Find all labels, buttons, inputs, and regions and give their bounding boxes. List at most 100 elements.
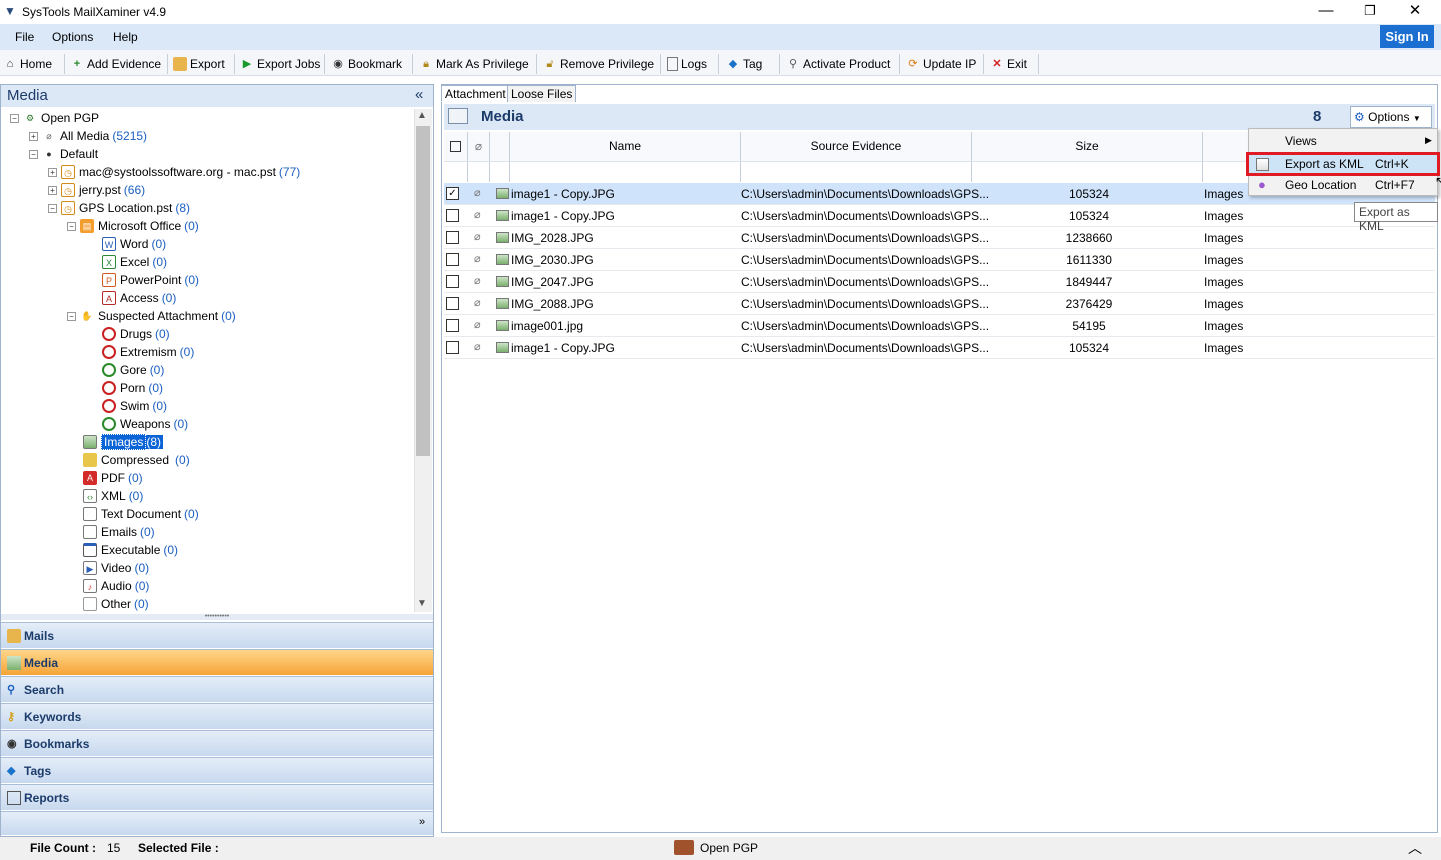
source-filter[interactable] [741, 161, 972, 182]
export-button[interactable]: Export [173, 55, 225, 73]
activate-label: Activate Product [803, 57, 891, 71]
unlock-icon: 🔓︎ [546, 58, 554, 70]
tree-item-word[interactable]: W Word (0) [102, 235, 166, 253]
remove-privilege-button[interactable]: 🔓︎ Remove Privilege [543, 55, 654, 73]
table-row[interactable]: ⌀ image1 - Copy.JPG C:\Users\admin\Documen… [444, 205, 1435, 227]
filter-cell[interactable] [468, 161, 490, 182]
tree-item-text-document[interactable]: Text Document (0) [83, 505, 199, 523]
size-filter[interactable] [972, 161, 1203, 182]
row-checkbox[interactable]: ✓ [446, 187, 459, 200]
prohibited-icon [102, 327, 116, 341]
size-col-header[interactable]: Size [972, 132, 1203, 161]
tree-item-excel[interactable]: X Excel (0) [102, 253, 167, 271]
tree-item-pdf[interactable]: A PDF (0) [83, 469, 143, 487]
tree-item-video[interactable]: ▶ Video (0) [83, 559, 149, 577]
source-col-header[interactable]: Source Evidence [741, 132, 972, 161]
nav-media[interactable]: Media [1, 649, 433, 675]
menu-help[interactable]: Help [113, 30, 138, 44]
nav-keywords[interactable]: ⚷ Keywords [1, 703, 433, 729]
chevron-down-icon[interactable]: » [419, 816, 425, 828]
row-checkbox[interactable] [446, 209, 459, 222]
logs-button[interactable]: Logs [667, 55, 707, 73]
nav-reports[interactable]: Reports [1, 784, 433, 810]
tree-item-suspected-attachment[interactable]: − ✋ Suspected Attachment (0) [67, 307, 236, 325]
nav-mails[interactable]: Mails [1, 622, 433, 648]
close-button[interactable]: ✕ [1392, 0, 1438, 24]
filter-cell[interactable] [490, 161, 510, 182]
name-filter[interactable] [510, 161, 741, 182]
add-evidence-button[interactable]: + Add Evidence [70, 55, 161, 73]
tree-item-microsoft-office[interactable]: − ▤ Microsoft Office (0) [67, 217, 199, 235]
tree-item-executable[interactable]: Executable (0) [83, 541, 178, 559]
home-button[interactable]: ⌂ Home [3, 55, 52, 73]
tab-loose-files[interactable]: Loose Files [507, 85, 577, 102]
tree-item-mac-pst[interactable]: + ◷ mac@systoolssoftware.org - mac.pst (77) [48, 163, 300, 181]
tree-item-default[interactable]: − ● Default [29, 145, 98, 163]
activate-product-button[interactable]: ⚲ Activate Product [786, 55, 890, 73]
menu-item-views[interactable]: Views ▶ [1249, 130, 1437, 152]
table-row[interactable]: ⌀ image001.jpg C:\Users\admin\Documents\Do… [444, 315, 1435, 337]
menu-item-export-kml[interactable]: Export as KML Ctrl+K [1246, 152, 1440, 176]
sign-in-button[interactable]: Sign In [1380, 25, 1434, 48]
table-row[interactable]: ⌀ IMG_2088.JPG C:\Users\admin\Documents\Do… [444, 293, 1435, 315]
tree-item-access[interactable]: A Access (0) [102, 289, 176, 307]
name-col-header[interactable]: Name [510, 132, 741, 161]
row-checkbox[interactable] [446, 319, 459, 332]
table-row[interactable]: ⌀ IMG_2028.JPG C:\Users\admin\Documents\Do… [444, 227, 1435, 249]
tree-item-emails[interactable]: Emails (0) [83, 523, 155, 541]
menu-item-geo-location[interactable]: ● Geo Location Ctrl+F7 [1249, 174, 1437, 196]
options-button[interactable]: ⚙ Options ▼ [1350, 106, 1432, 128]
prohibited-icon [102, 417, 116, 431]
scroll-up-icon[interactable]: ▲ [417, 110, 427, 121]
splitter[interactable]: •••••••••• [1, 613, 433, 620]
tree-item-gps-location-pst[interactable]: − ◷ GPS Location.pst (8) [48, 199, 190, 217]
tree-item-drugs[interactable]: Drugs (0) [102, 325, 170, 343]
tree-item-xml[interactable]: ‹› XML (0) [83, 487, 143, 505]
eye-icon: ◉ [7, 737, 17, 750]
tree-item-swim[interactable]: Swim (0) [102, 397, 167, 415]
tree-item-gore[interactable]: Gore (0) [102, 361, 164, 379]
row-checkbox[interactable] [446, 297, 459, 310]
nav-search[interactable]: ⚲ Search [1, 676, 433, 702]
select-all-checkbox[interactable] [450, 141, 461, 153]
nav-tags[interactable]: ◆ Tags [1, 757, 433, 783]
tree-item-open-pgp[interactable]: − ⚙ Open PGP [10, 109, 99, 127]
tree-item-audio[interactable]: ♪ Audio (0) [83, 577, 149, 595]
chevron-up-icon[interactable]: ︿ [1408, 838, 1422, 858]
row-checkbox[interactable] [446, 341, 459, 354]
menu-options[interactable]: Options [52, 30, 93, 44]
nav-bookmarks[interactable]: ◉ Bookmarks [1, 730, 433, 756]
maximize-button[interactable]: ❐ [1347, 0, 1393, 24]
table-row[interactable]: ⌀ IMG_2030.JPG C:\Users\admin\Documents\Do… [444, 249, 1435, 271]
row-checkbox[interactable] [446, 231, 459, 244]
table-row[interactable]: ⌀ image1 - Copy.JPG C:\Users\admin\Documen… [444, 337, 1435, 359]
tag-button[interactable]: ◆ Tag [726, 55, 763, 73]
attachment-col-header[interactable]: ⌀ [468, 132, 490, 161]
tree-item-weapons[interactable]: Weapons (0) [102, 415, 188, 433]
minimize-button[interactable]: — [1303, 0, 1349, 24]
tree-item-images[interactable]: Images (8) [83, 433, 164, 451]
icon-col-header[interactable] [490, 132, 510, 161]
scroll-down-icon[interactable]: ▼ [417, 598, 427, 609]
bookmark-button[interactable]: ◉ Bookmark [331, 55, 402, 73]
tree-item-all-media[interactable]: + ⌀ All Media (5215) [29, 127, 147, 145]
filter-cell[interactable] [444, 161, 468, 182]
tree-scrollbar-thumb[interactable] [416, 126, 430, 456]
tree-item-other[interactable]: Other (0) [83, 595, 149, 613]
tree-item-powerpoint[interactable]: P PowerPoint (0) [102, 271, 199, 289]
update-ip-button[interactable]: ⟳ Update IP [906, 55, 976, 73]
tree-item-compressed[interactable]: Compressed (0) [83, 451, 190, 469]
row-checkbox[interactable] [446, 275, 459, 288]
table-row[interactable]: ⌀ IMG_2047.JPG C:\Users\admin\Documents\Do… [444, 271, 1435, 293]
tree-item-jerry-pst[interactable]: + ◷ jerry.pst (66) [48, 181, 145, 199]
export-jobs-button[interactable]: ▶ Export Jobs [240, 55, 321, 73]
exit-button[interactable]: ✕ Exit [990, 55, 1027, 73]
row-checkbox[interactable] [446, 253, 459, 266]
tree-item-porn[interactable]: Porn (0) [102, 379, 163, 397]
menu-file[interactable]: File [15, 30, 34, 44]
mark-privilege-button[interactable]: 🔒︎ Mark As Privilege [419, 55, 529, 73]
tree-item-extremism[interactable]: Extremism (0) [102, 343, 194, 361]
bookmark-label: Bookmark [348, 57, 403, 71]
collapse-panel-button[interactable]: « [415, 86, 423, 103]
tab-attachment[interactable]: Attachment [441, 85, 510, 102]
